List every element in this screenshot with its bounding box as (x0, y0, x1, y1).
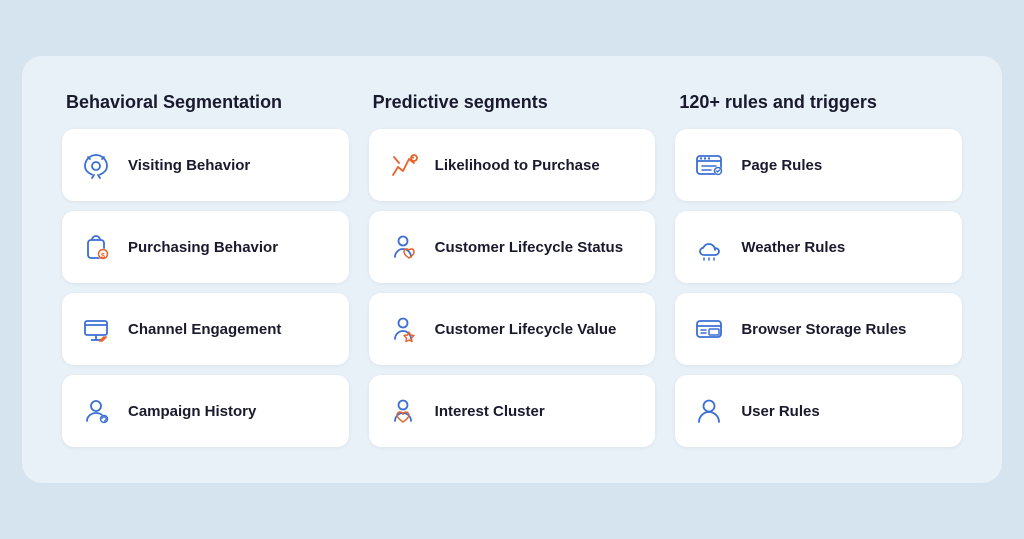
channel-icon (78, 311, 114, 347)
visiting-icon (78, 147, 114, 183)
weather-icon (691, 229, 727, 265)
lifecycle-value-icon (385, 311, 421, 347)
card-label-0-0: Visiting Behavior (128, 157, 250, 174)
card-label-2-3: User Rules (741, 403, 819, 420)
card-label-2-0: Page Rules (741, 157, 822, 174)
cards-col-2: Page Rules Weather Rules Browser Storage… (675, 129, 962, 447)
card-0-3[interactable]: Campaign History (62, 375, 349, 447)
user-icon (691, 393, 727, 429)
purchasing-icon: $ (78, 229, 114, 265)
column-2: 120+ rules and triggers Page Rules Weath… (675, 92, 962, 447)
card-label-1-1: Customer Lifecycle Status (435, 239, 623, 256)
card-label-1-0: Likelihood to Purchase (435, 157, 600, 174)
card-1-0[interactable]: Likelihood to Purchase (369, 129, 656, 201)
card-0-0[interactable]: Visiting Behavior (62, 129, 349, 201)
card-label-1-3: Interest Cluster (435, 403, 545, 420)
card-label-0-2: Channel Engagement (128, 321, 281, 338)
card-label-1-2: Customer Lifecycle Value (435, 321, 617, 338)
lifecycle-status-icon (385, 229, 421, 265)
card-1-2[interactable]: Customer Lifecycle Value (369, 293, 656, 365)
card-2-2[interactable]: Browser Storage Rules (675, 293, 962, 365)
campaign-icon (78, 393, 114, 429)
column-1: Predictive segments Likelihood to Purcha… (369, 92, 656, 447)
browser-icon (691, 311, 727, 347)
cards-col-0: Visiting Behavior $ Purchasing Behavior … (62, 129, 349, 447)
card-2-3[interactable]: User Rules (675, 375, 962, 447)
svg-text:$: $ (101, 253, 105, 260)
likelihood-icon (385, 147, 421, 183)
columns-grid: Behavioral Segmentation Visiting Behavio… (62, 92, 962, 447)
cards-col-1: Likelihood to Purchase Customer Lifecycl… (369, 129, 656, 447)
card-2-1[interactable]: Weather Rules (675, 211, 962, 283)
card-label-2-1: Weather Rules (741, 239, 845, 256)
page-icon (691, 147, 727, 183)
column-header-0: Behavioral Segmentation (62, 92, 349, 113)
card-label-0-3: Campaign History (128, 403, 256, 420)
card-label-0-1: Purchasing Behavior (128, 239, 278, 256)
column-header-2: 120+ rules and triggers (675, 92, 962, 113)
main-container: Behavioral Segmentation Visiting Behavio… (22, 56, 1002, 483)
card-0-1[interactable]: $ Purchasing Behavior (62, 211, 349, 283)
card-2-0[interactable]: Page Rules (675, 129, 962, 201)
interest-icon (385, 393, 421, 429)
column-header-1: Predictive segments (369, 92, 656, 113)
column-0: Behavioral Segmentation Visiting Behavio… (62, 92, 349, 447)
card-1-1[interactable]: Customer Lifecycle Status (369, 211, 656, 283)
card-label-2-2: Browser Storage Rules (741, 321, 906, 338)
card-1-3[interactable]: Interest Cluster (369, 375, 656, 447)
card-0-2[interactable]: Channel Engagement (62, 293, 349, 365)
